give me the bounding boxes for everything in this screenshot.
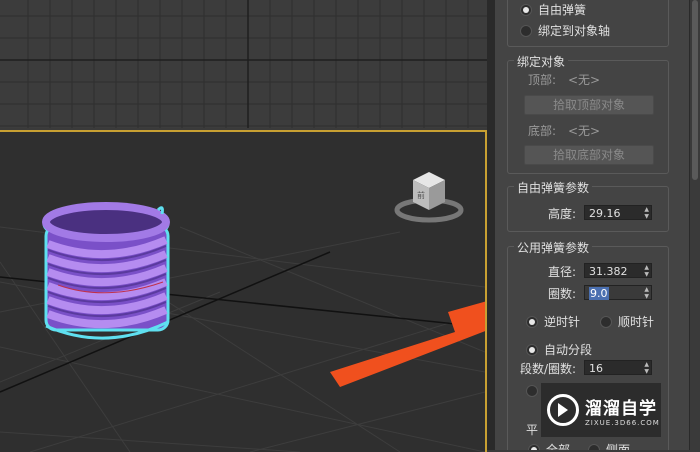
group-title: 绑定对象 (514, 53, 569, 70)
height-label: 高度: (548, 207, 577, 221)
radio-icon (588, 443, 600, 450)
play-logo-icon (547, 394, 579, 426)
diameter-value: 31.382 (589, 265, 628, 278)
group-title: 公用弹簧参数 (514, 239, 593, 256)
watermark: 溜溜自学 ZIXUE.3D66.COM (541, 383, 661, 437)
radio-label: 全部 (546, 443, 571, 450)
watermark-text: 溜溜自学 ZIXUE.3D66.COM (585, 394, 660, 427)
free-spring-params-group: 自由弹簧参数 高度: 29.16 ▲ ▼ (507, 179, 669, 232)
radio-label: 侧面 (606, 443, 631, 450)
radio-bind-axis[interactable]: 绑定到对象轴 (520, 22, 610, 39)
radio-free-spring[interactable]: 自由弹簧 (520, 1, 586, 18)
radio-label: 顺时针 (618, 315, 655, 329)
pick-top-button[interactable]: 拾取顶部对象 (524, 95, 654, 115)
radio-ccw[interactable]: 逆时针 (526, 313, 580, 330)
orange-arrow-icon (330, 301, 485, 387)
radio-icon (526, 385, 538, 397)
radio-label: 自动分段 (544, 343, 593, 357)
top-viewport[interactable] (0, 0, 487, 128)
segments-value: 16 (589, 362, 603, 375)
top-label: 顶部: (528, 73, 557, 87)
diameter-spinner[interactable]: 31.382 ▲ ▼ (584, 263, 652, 278)
radio-label: 逆时针 (544, 315, 581, 329)
spinner-arrows-icon[interactable]: ▲ ▼ (644, 264, 649, 278)
diameter-label: 直径: (548, 265, 577, 279)
radio-icon (520, 3, 532, 16)
watermark-main: 溜溜自学 (585, 398, 657, 419)
perspective-viewport[interactable]: 前 (0, 130, 487, 452)
spring-object[interactable] (38, 200, 178, 352)
spinner-arrows-icon[interactable]: ▲ ▼ (644, 206, 649, 220)
smooth-label: 平 (526, 423, 539, 437)
bind-objects-group: 绑定对象 顶部: <无> 拾取顶部对象 底部: <无> 拾取底部对象 (507, 53, 669, 174)
turns-label: 圈数: (548, 287, 577, 301)
radio-label: 绑定到对象轴 (538, 24, 611, 38)
spinner-arrows-icon[interactable]: ▲ ▼ (644, 286, 649, 300)
top-value: <无> (568, 73, 601, 87)
radio-icon (520, 24, 532, 37)
segments-label: 段数/圈数: (520, 362, 577, 376)
radio-sides[interactable]: 侧面 (588, 441, 630, 450)
pick-bottom-button[interactable]: 拾取底部对象 (524, 145, 654, 165)
radio-all[interactable]: 全部 (528, 441, 570, 450)
svg-text:前: 前 (417, 190, 425, 200)
panel-scrollbar[interactable] (689, 0, 700, 450)
scrollbar-thumb[interactable] (692, 0, 698, 180)
radio-manual-segments[interactable] (526, 385, 538, 397)
panel-divider (487, 0, 495, 450)
radio-icon (526, 343, 538, 356)
top-viewport-grid (0, 0, 487, 128)
spring-mode-group: 自由弹簧 绑定到对象轴 (507, 0, 669, 47)
radio-icon (600, 315, 612, 328)
segments-spinner[interactable]: 16 ▲ ▼ (584, 360, 652, 375)
turns-value[interactable]: 9.0 (589, 287, 609, 300)
bottom-value: <无> (568, 124, 601, 138)
spinner-arrows-icon[interactable]: ▲ ▼ (644, 361, 649, 375)
radio-cw[interactable]: 顺时针 (600, 313, 654, 330)
bottom-label: 底部: (528, 124, 557, 138)
radio-auto-segments[interactable]: 自动分段 (526, 341, 592, 358)
group-title: 自由弹簧参数 (514, 179, 593, 196)
radio-icon (528, 443, 540, 450)
height-spinner[interactable]: 29.16 ▲ ▼ (584, 205, 652, 220)
turns-spinner[interactable]: 9.0 ▲ ▼ (584, 285, 652, 300)
height-value: 29.16 (589, 207, 621, 220)
watermark-sub: ZIXUE.3D66.COM (585, 418, 660, 427)
radio-label: 自由弹簧 (538, 3, 587, 17)
viewcube-icon[interactable]: 前 (393, 166, 465, 224)
radio-icon (526, 315, 538, 328)
